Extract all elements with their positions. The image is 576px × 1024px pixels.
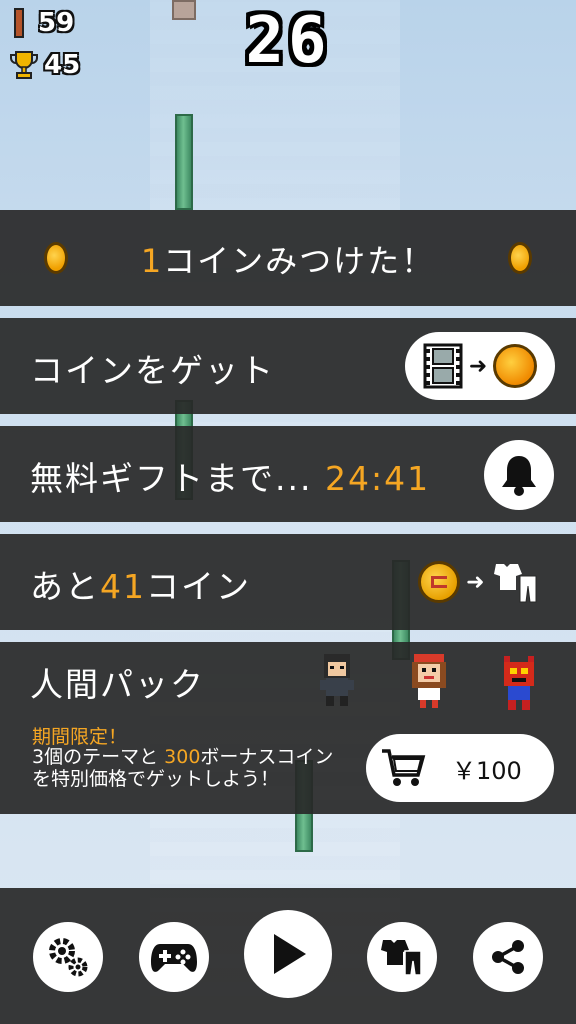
- free-gift-timer: 24:41: [324, 459, 431, 498]
- coins-left-row[interactable]: あと41コイン ➜: [0, 534, 576, 630]
- coin-icon: [493, 344, 538, 388]
- character-devil-icon: [504, 656, 534, 710]
- costume-icon: [494, 564, 537, 603]
- human-pack-title: 人間パック: [30, 665, 205, 704]
- notify-button[interactable]: [484, 440, 554, 510]
- coins-left-label: あと41コイン: [30, 567, 251, 606]
- background-pillar: [175, 114, 193, 210]
- bell-icon: [502, 456, 536, 496]
- get-coin-row[interactable]: コインをゲット ➜: [0, 318, 576, 414]
- play-button[interactable]: [244, 910, 332, 998]
- play-icon: [274, 934, 306, 974]
- film-icon: [423, 343, 463, 389]
- free-gift-label: 無料ギフトまで... 24:41: [30, 459, 431, 498]
- human-pack-panel: 人間パック 期間限定！ 3個のテーマと 300ボーナスコイン を特別価格でゲット…: [0, 642, 576, 814]
- coin-found-text: 1コインみつけた！: [140, 242, 436, 280]
- arrow-right-icon: ➜: [468, 353, 488, 379]
- watch-video-button[interactable]: ➜: [405, 332, 555, 400]
- score-display: 26: [245, 4, 331, 78]
- price-label: ￥100: [452, 756, 522, 785]
- character-ninja-icon: [320, 654, 354, 706]
- bottom-toolbar: [0, 888, 576, 1024]
- share-button[interactable]: [473, 922, 543, 992]
- costume-button[interactable]: [367, 922, 437, 992]
- coin-found-banner: 1コインみつけた！: [0, 210, 576, 306]
- free-gift-row[interactable]: 無料ギフトまで... 24:41: [0, 426, 576, 522]
- pack-description-line2: を特別価格でゲットしよう！: [32, 768, 280, 790]
- character-girl-icon: [412, 654, 446, 708]
- unlock-costume-hint: ➜: [418, 560, 540, 604]
- gears-icon: [49, 938, 88, 977]
- buy-pack-button[interactable]: ￥100: [366, 734, 554, 802]
- settings-button[interactable]: [33, 922, 103, 992]
- cart-icon: [382, 749, 426, 786]
- share-icon: [492, 940, 524, 974]
- gamepad-icon: [151, 944, 197, 972]
- costume-icon: [381, 940, 422, 976]
- coin-icon: [418, 561, 460, 603]
- coin-icon: [508, 242, 532, 274]
- arrow-right-icon: ➜: [466, 569, 485, 595]
- game-center-button[interactable]: [139, 922, 209, 992]
- get-coin-label: コインをゲット: [30, 351, 275, 390]
